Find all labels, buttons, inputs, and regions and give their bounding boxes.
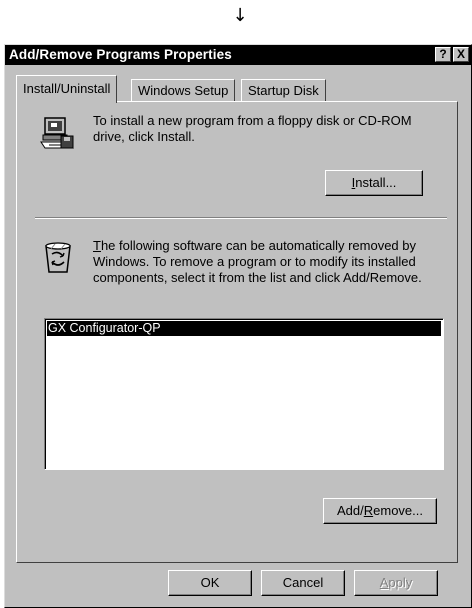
section-separator (35, 217, 447, 219)
floppy-computer-icon (39, 116, 75, 153)
add-remove-button[interactable]: Add/Remove... (323, 498, 437, 524)
install-button[interactable]: Install... (325, 170, 423, 196)
list-item[interactable]: GX Configurator-QP (47, 321, 441, 336)
close-button[interactable]: X (453, 47, 469, 62)
tab-label: Windows Setup (138, 83, 229, 98)
uninstall-instructions: The following software can be automatica… (93, 238, 422, 285)
install-instructions: To install a new program from a floppy d… (93, 113, 412, 144)
add-remove-programs-dialog: Add/Remove Programs Properties ? X Insta… (4, 44, 472, 608)
title-bar[interactable]: Add/Remove Programs Properties ? X (5, 45, 471, 65)
tab-label: Startup Disk (248, 83, 319, 98)
cancel-button[interactable]: Cancel (261, 570, 345, 596)
apply-button[interactable]: Apply (354, 570, 438, 596)
tab-windows-setup[interactable]: Windows Setup (131, 79, 236, 101)
dialog-title: Add/Remove Programs Properties (9, 47, 232, 62)
recycle-bin-icon (41, 240, 75, 277)
installed-programs-list[interactable]: GX Configurator-QP (44, 318, 444, 470)
help-button[interactable]: ? (435, 47, 451, 62)
tab-startup-disk[interactable]: Startup Disk (241, 79, 326, 101)
down-arrow-indicator: ↓ (232, 5, 248, 26)
ok-button[interactable]: OK (168, 570, 252, 596)
tab-panel-install-uninstall: To install a new program from a floppy d… (16, 101, 458, 563)
tab-label: Install/Uninstall (23, 81, 111, 96)
tab-install-uninstall[interactable]: Install/Uninstall (16, 75, 118, 103)
